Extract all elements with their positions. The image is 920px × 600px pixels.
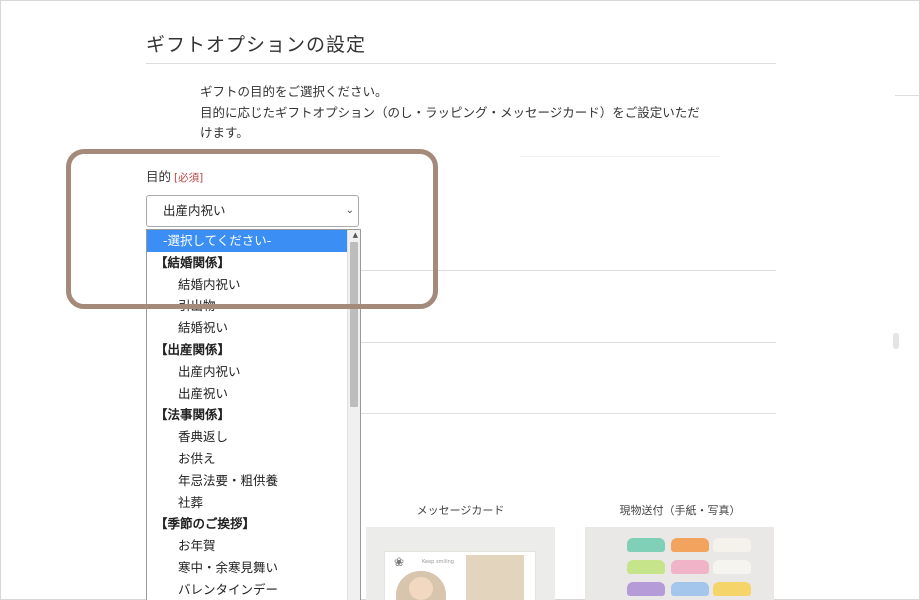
- dropdown-option[interactable]: バレンタインデー: [147, 579, 360, 600]
- description-line: 目的に応じたギフトオプション（のし・ラッピング・メッセージカード）をご設定いただ: [200, 104, 700, 120]
- message-card-script-text: Keep smiling: [422, 559, 454, 565]
- purpose-select-value: 出産内祝い: [163, 203, 226, 218]
- scroll-up-arrow-icon[interactable]: ▲: [353, 231, 358, 239]
- dropdown-option[interactable]: 寒中・余寒見舞い: [147, 557, 360, 579]
- dropdown-group-label: 【出産関係】: [155, 341, 231, 357]
- dropdown-option[interactable]: お供え: [147, 448, 360, 470]
- chevron-down-icon: ⌄: [345, 205, 354, 216]
- purpose-select[interactable]: 出産内祝い ⌄: [146, 195, 359, 227]
- wrapped-gift-blue: [671, 582, 709, 596]
- item-delivery-heading: 現物送付（手紙・写真）: [619, 504, 741, 517]
- dropdown-option[interactable]: 出産内祝い: [147, 361, 360, 383]
- message-text-panel: [466, 555, 524, 600]
- dropdown-option[interactable]: 出産祝い: [147, 383, 360, 405]
- item-delivery-image[interactable]: [585, 527, 774, 600]
- wrapped-gift-teal: [627, 538, 665, 552]
- page-title: ギフトオプションの設定: [146, 34, 367, 56]
- dropdown-option-placeholder[interactable]: -選択してください-: [147, 230, 360, 252]
- description-line: ギフトの目的をご選択ください。: [200, 84, 388, 99]
- dropdown-option[interactable]: 結婚内祝い: [147, 274, 360, 296]
- section-divider: [360, 413, 776, 414]
- dropdown-option[interactable]: 香典返し: [147, 426, 360, 448]
- purpose-label: 目的 [必須]: [146, 166, 203, 185]
- faint-divider: [520, 156, 720, 157]
- dropdown-group-label: 【季節のご挨拶】: [155, 516, 256, 532]
- dropdown-options: 【結婚関係】結婚内祝い 引出物 結婚祝い【出産関係】出産内祝い 出産祝い【法事関係】香…: [147, 252, 360, 600]
- wrapped-gift-yellow: [713, 582, 751, 596]
- dropdown-group-label: 【法事関係】: [155, 407, 231, 423]
- dropdown-group-label: 【結婚関係】: [155, 254, 231, 270]
- dropdown-option[interactable]: 社葬: [147, 492, 360, 514]
- dropdown-option[interactable]: 引出物: [147, 295, 360, 317]
- baby-photo: [409, 577, 433, 600]
- wrapped-gift-white: [713, 538, 751, 552]
- title-divider: [146, 63, 776, 64]
- side-scroll-handle[interactable]: [893, 333, 899, 349]
- purpose-label-text: 目的: [146, 169, 172, 184]
- floral-sprig-icon: ❀: [394, 555, 405, 569]
- section-divider: [360, 342, 776, 343]
- dropdown-option[interactable]: お年賀: [147, 535, 360, 557]
- right-edge-divider: [895, 95, 920, 96]
- scroll-thumb[interactable]: [350, 242, 358, 407]
- section-divider: [360, 270, 776, 271]
- wrapped-gift-pink: [671, 560, 709, 574]
- message-card-heading: メッセージカード: [416, 504, 505, 517]
- purpose-dropdown-list[interactable]: -選択してください- 【結婚関係】結婚内祝い 引出物 結婚祝い【出産関係】出産内祝い…: [146, 229, 361, 600]
- dropdown-scrollbar[interactable]: ▲: [347, 230, 360, 600]
- dropdown-option[interactable]: 年忌法要・粗供養: [147, 470, 360, 492]
- wrapped-gift-purple: [627, 582, 665, 596]
- wrapped-gift-orange: [671, 538, 709, 552]
- message-card-image[interactable]: ❀ Keep smiling: [366, 527, 555, 600]
- description-line: けます。: [200, 125, 249, 140]
- wrapped-gift-lime: [627, 560, 665, 574]
- dropdown-option[interactable]: 結婚祝い: [147, 317, 360, 339]
- description: ギフトの目的をご選択ください。 目的に応じたギフトオプション（のし・ラッピング・…: [200, 82, 740, 144]
- wrapped-gift-white: [713, 560, 751, 574]
- required-badge: [必須]: [174, 172, 204, 184]
